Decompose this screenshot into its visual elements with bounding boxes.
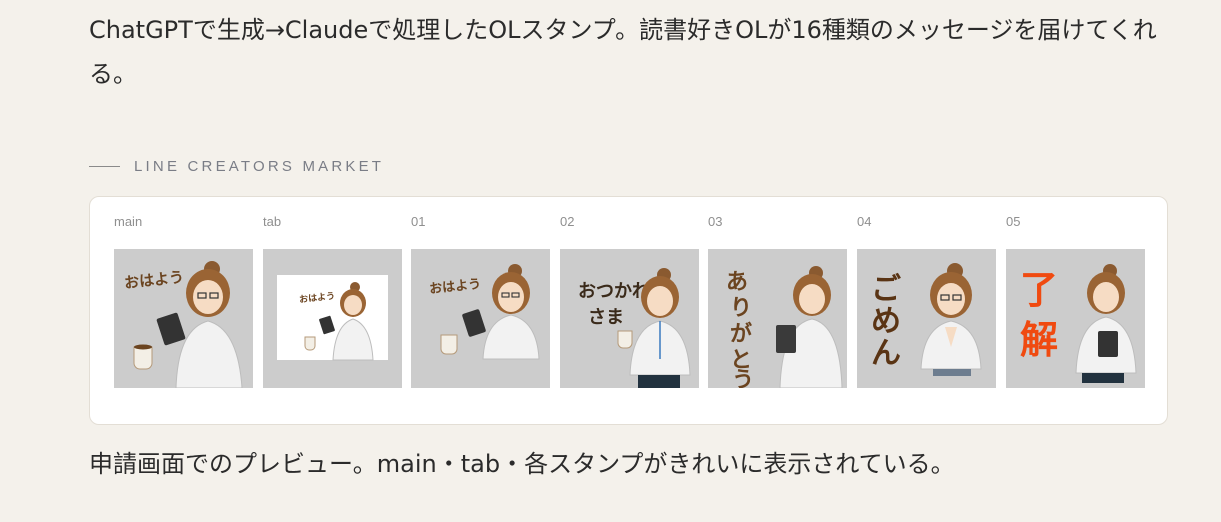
stamp-image-main[interactable]: おはよう <box>114 249 253 388</box>
stamp-image-05[interactable]: 了 解 <box>1006 249 1145 388</box>
stamp-label: 01 <box>411 214 426 229</box>
stamp-image-04[interactable]: ご め ん <box>857 249 996 388</box>
stamp-label: 04 <box>857 214 872 229</box>
label-divider-line <box>89 165 120 167</box>
stamp-image-03[interactable]: あ り が と う <box>708 249 847 388</box>
stamp-label: 03 <box>708 214 723 229</box>
stamp-image-01[interactable]: おはよう <box>411 249 550 388</box>
section-label: LINE CREATORS MARKET <box>89 154 384 178</box>
section-label-text: LINE CREATORS MARKET <box>134 157 385 175</box>
stamp-image-02[interactable]: おつかれ さま <box>560 249 699 388</box>
stamp-label: 02 <box>560 214 575 229</box>
stamp-text: あ り が と う <box>726 270 760 388</box>
stamp-text: おはよう <box>123 268 185 292</box>
intro-paragraph: ChatGPTで生成→Claudeで処理したOLスタンプ。読書好きOLが16種類… <box>89 16 1157 88</box>
stamp-text: 了 解 <box>1020 268 1071 362</box>
stamp-label: main <box>114 214 143 229</box>
stamp-text: ご め ん <box>871 272 911 371</box>
stamp-preview-panel: main おはよう tab おはよう 01 おはよう 02 おつかれ さま 03… <box>89 196 1168 425</box>
stamp-text: おはよう <box>429 277 482 297</box>
stamp-label: tab <box>263 214 282 229</box>
caption-paragraph: 申請画面でのプレビュー。main・tab・各スタンプがきれいに表示されている。 <box>89 450 955 478</box>
stamp-label: 05 <box>1006 214 1021 229</box>
stamp-image-tab[interactable]: おはよう <box>263 249 402 388</box>
